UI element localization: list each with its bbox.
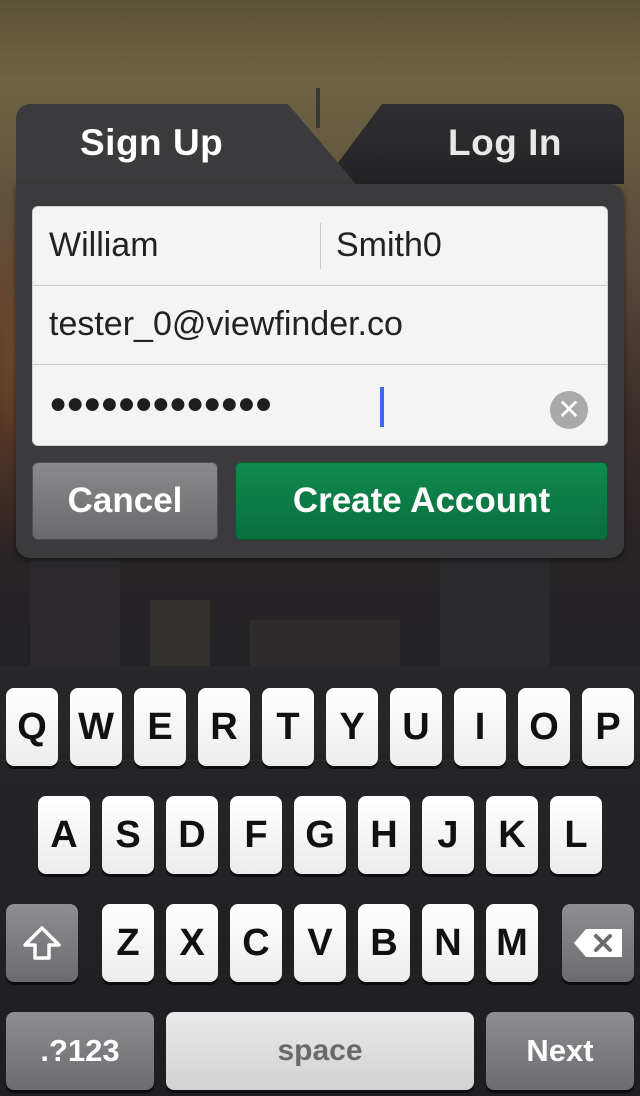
key-x[interactable]: X (166, 904, 218, 982)
key-c[interactable]: C (230, 904, 282, 982)
key-w[interactable]: W (70, 688, 122, 766)
tab-login[interactable]: Log In (322, 104, 624, 184)
name-row: William Smith0 (33, 207, 607, 286)
key-y[interactable]: Y (326, 688, 378, 766)
key-j[interactable]: J (422, 796, 474, 874)
email-field[interactable]: tester_0@viewfinder.co (49, 305, 403, 344)
key-n[interactable]: N (422, 904, 474, 982)
backspace-icon (574, 929, 622, 957)
keyboard: Q W E R T Y U I O P A S D F G H J K L Z … (0, 666, 640, 1096)
signup-panel: William Smith0 tester_0@viewfinder.co ●●… (16, 184, 624, 558)
key-t[interactable]: T (262, 688, 314, 766)
first-name-field[interactable]: William (49, 226, 159, 265)
key-a[interactable]: A (38, 796, 90, 874)
key-b[interactable]: B (358, 904, 410, 982)
tab-signup-label: Sign Up (80, 122, 224, 163)
key-m[interactable]: M (486, 904, 538, 982)
email-row: tester_0@viewfinder.co (33, 286, 607, 365)
key-p[interactable]: P (582, 688, 634, 766)
shift-icon (23, 926, 61, 960)
key-s[interactable]: S (102, 796, 154, 874)
create-account-button[interactable]: Create Account (235, 462, 608, 540)
next-key[interactable]: Next (486, 1012, 634, 1090)
space-key[interactable]: space (166, 1012, 474, 1090)
tab-login-label: Log In (448, 122, 562, 163)
text-cursor (380, 387, 384, 427)
password-row: ●●●●●●●●●●●●● ✕ (33, 365, 607, 445)
tab-signup[interactable]: Sign Up (16, 104, 356, 194)
numbers-key[interactable]: .?123 (6, 1012, 154, 1090)
key-o[interactable]: O (518, 688, 570, 766)
last-name-field[interactable]: Smith0 (336, 226, 442, 265)
clear-icon[interactable]: ✕ (550, 391, 588, 429)
key-f[interactable]: F (230, 796, 282, 874)
key-u[interactable]: U (390, 688, 442, 766)
key-z[interactable]: Z (102, 904, 154, 982)
key-q[interactable]: Q (6, 688, 58, 766)
signup-form: William Smith0 tester_0@viewfinder.co ●●… (32, 206, 608, 446)
key-g[interactable]: G (294, 796, 346, 874)
cancel-button[interactable]: Cancel (32, 462, 218, 540)
key-e[interactable]: E (134, 688, 186, 766)
key-r[interactable]: R (198, 688, 250, 766)
key-d[interactable]: D (166, 796, 218, 874)
key-l[interactable]: L (550, 796, 602, 874)
key-v[interactable]: V (294, 904, 346, 982)
shift-key[interactable] (6, 904, 78, 982)
delete-key[interactable] (562, 904, 634, 982)
key-h[interactable]: H (358, 796, 410, 874)
name-divider (320, 223, 321, 269)
auth-card: Log In Sign Up William Smith0 tester_0@v… (16, 104, 624, 558)
key-k[interactable]: K (486, 796, 538, 874)
key-i[interactable]: I (454, 688, 506, 766)
password-field[interactable]: ●●●●●●●●●●●●● (49, 387, 273, 421)
